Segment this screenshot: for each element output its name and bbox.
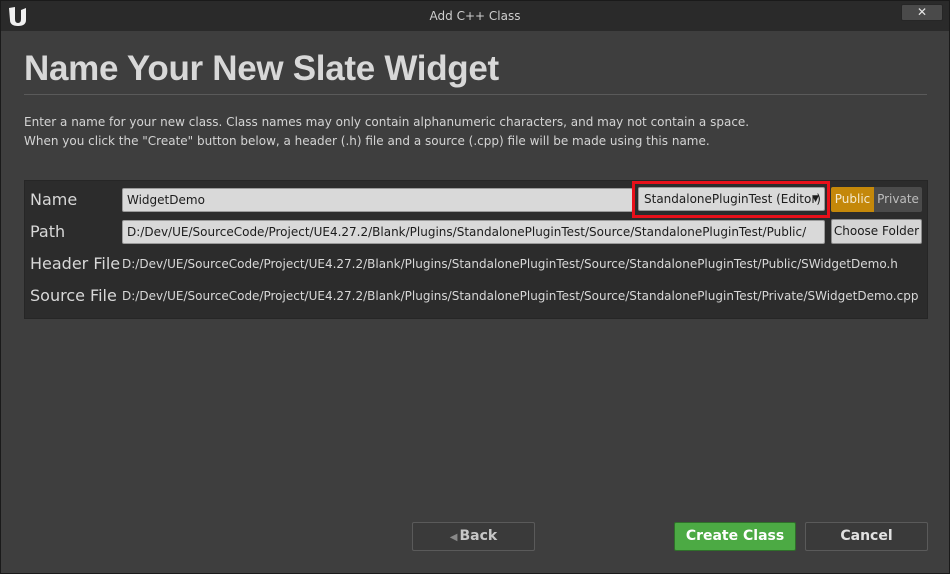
source-file-label: Source File (30, 286, 117, 305)
cancel-button[interactable]: Cancel (805, 522, 928, 551)
description-line-2: When you click the "Create" button below… (24, 134, 710, 148)
private-toggle[interactable]: Private (874, 187, 922, 212)
class-settings-panel: Name WidgetDemo StandalonePluginTest (Ed… (24, 180, 928, 319)
dialog-content: Name Your New Slate Widget Enter a name … (7, 31, 943, 571)
path-input[interactable]: D:/Dev/UE/SourceCode/Project/UE4.27.2/Bl… (122, 220, 825, 244)
back-button-label: Back (459, 528, 498, 544)
heading-divider (24, 94, 927, 95)
chevron-left-icon: ◀ (449, 532, 458, 543)
title-bar[interactable]: Add C++ Class ✕ (1, 1, 949, 31)
source-file-path: D:/Dev/UE/SourceCode/Project/UE4.27.2/Bl… (122, 289, 919, 303)
module-dropdown-value: StandalonePluginTest (Editor) (644, 192, 821, 206)
add-cpp-class-window: Add C++ Class ✕ Name Your New Slate Widg… (0, 0, 950, 574)
back-button[interactable]: ◀ Back (412, 522, 535, 551)
name-label: Name (30, 190, 78, 209)
page-title: Name Your New Slate Widget (24, 49, 499, 88)
class-name-input[interactable]: WidgetDemo (122, 188, 633, 212)
header-file-label: Header File (30, 254, 121, 273)
module-dropdown[interactable]: StandalonePluginTest (Editor) ▼ (638, 187, 825, 211)
close-icon: ✕ (916, 5, 928, 19)
close-button[interactable]: ✕ (901, 4, 943, 21)
create-class-button[interactable]: Create Class (674, 522, 796, 551)
choose-folder-button[interactable]: Choose Folder (831, 219, 922, 244)
header-file-path: D:/Dev/UE/SourceCode/Project/UE4.27.2/Bl… (122, 257, 898, 271)
description-line-1: Enter a name for your new class. Class n… (24, 115, 750, 129)
chevron-down-icon: ▼ (812, 194, 819, 204)
window-title: Add C++ Class (429, 9, 521, 23)
path-label: Path (30, 222, 66, 241)
public-toggle[interactable]: Public (831, 187, 874, 212)
